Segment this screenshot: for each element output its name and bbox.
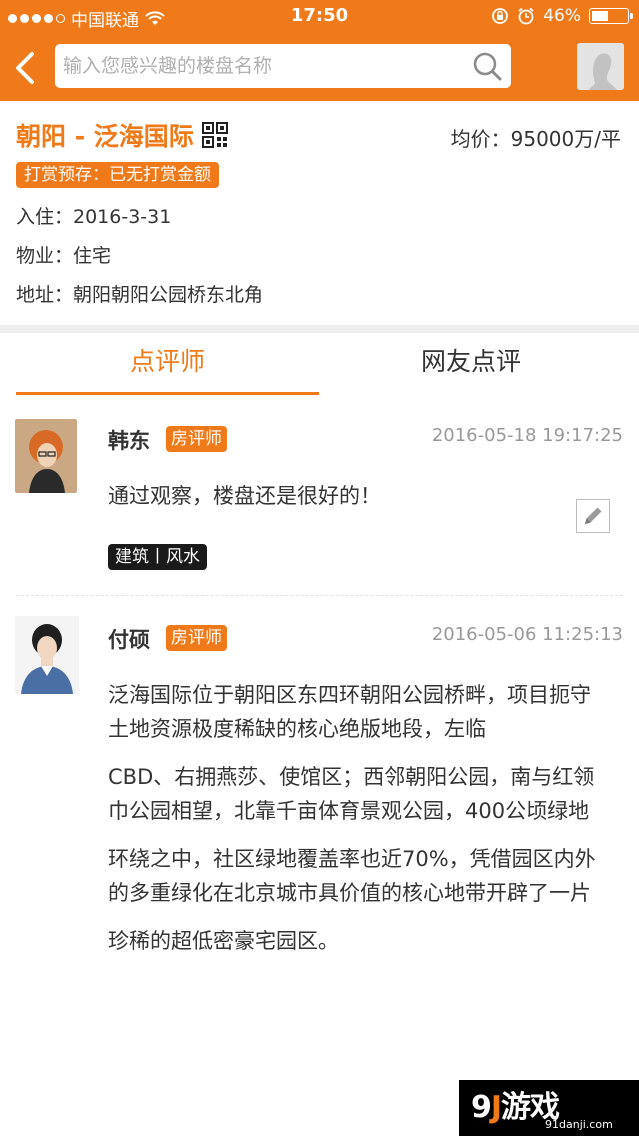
qr-code-icon[interactable] bbox=[201, 122, 228, 148]
review-item: 韩东 房评师 2016-05-18 19:17:25 通过观察，楼盘还是很好的！… bbox=[0, 395, 639, 595]
tab-reviewers[interactable]: 点评师 bbox=[16, 333, 319, 395]
review-text: 泛海国际位于朝阳区东四环朝阳公园桥畔，项目扼守土地资源极度稀缺的核心绝版地段，左… bbox=[108, 678, 608, 972]
review-paragraph: 珍稀的超低密豪宅园区。 bbox=[108, 929, 339, 953]
user-avatar-button[interactable] bbox=[577, 43, 624, 90]
reviewer-name: 付硕 bbox=[108, 628, 150, 652]
watermark-url: 91danji.com bbox=[545, 1118, 613, 1131]
review-tabs: 点评师 网友点评 bbox=[0, 333, 639, 395]
watermark-logo-part: J bbox=[490, 1090, 502, 1125]
rotation-lock-icon bbox=[492, 8, 509, 24]
section-divider bbox=[0, 325, 639, 333]
reviewer-photo-icon bbox=[15, 616, 79, 694]
reviewer-badge: 房评师 bbox=[166, 426, 227, 452]
average-price: 均价：95000万/平 bbox=[450, 127, 621, 151]
review-paragraph: 环绕之中，社区绿地覆盖率也近70%，凭借园区内外的多重绿化在北京城市具价值的核心… bbox=[108, 847, 596, 905]
reviewer-avatar[interactable] bbox=[15, 616, 79, 694]
back-button[interactable] bbox=[8, 48, 44, 88]
reviewer-badge: 房评师 bbox=[166, 625, 227, 651]
battery-level bbox=[592, 11, 608, 21]
review-tags: 建筑丨风水 bbox=[108, 544, 207, 570]
property-address: 地址：朝阳朝阳公园桥东北角 bbox=[16, 284, 264, 306]
review-time: 2016-05-18 19:17:25 bbox=[431, 425, 623, 446]
move-in-date: 入住：2016-3-31 bbox=[16, 206, 172, 228]
review-item: 付硕 房评师 2016-05-06 11:25:13 泛海国际位于朝阳区东四环朝… bbox=[0, 596, 639, 1136]
reviewer-photo-icon bbox=[15, 419, 77, 493]
tab-user-reviews[interactable]: 网友点评 bbox=[319, 333, 623, 395]
pencil-icon bbox=[585, 507, 602, 524]
search-input[interactable] bbox=[63, 44, 463, 88]
review-paragraph: 通过观察，楼盘还是很好的！ bbox=[108, 484, 381, 508]
status-bar: 中国联通 17:50 46% bbox=[0, 0, 639, 32]
search-box bbox=[55, 44, 511, 88]
review-time: 2016-05-06 11:25:13 bbox=[431, 624, 623, 645]
watermark-logo-part: 9 bbox=[471, 1090, 492, 1125]
edit-review-button[interactable] bbox=[576, 499, 610, 533]
search-icon[interactable] bbox=[471, 50, 503, 82]
battery-icon bbox=[589, 8, 633, 24]
user-silhouette-icon bbox=[577, 43, 624, 90]
alarm-icon bbox=[518, 7, 534, 25]
status-right: 46% bbox=[491, 6, 633, 26]
top-header: 中国联通 17:50 46% bbox=[0, 0, 639, 101]
battery-percent: 46% bbox=[543, 6, 581, 26]
property-title: 朝阳 - 泛海国际 bbox=[16, 122, 194, 151]
property-type: 物业：住宅 bbox=[16, 245, 112, 267]
property-info: 朝阳 - 泛海国际 均价：95000万/平 打赏预存：已无打赏金额 入住：201… bbox=[0, 101, 639, 325]
reviewer-name: 韩东 bbox=[108, 429, 150, 453]
property-title-row: 朝阳 - 泛海国际 bbox=[16, 117, 228, 153]
reward-badge: 打赏预存：已无打赏金额 bbox=[16, 162, 219, 188]
reviewer-avatar[interactable] bbox=[15, 419, 77, 493]
review-paragraph: CBD、右拥燕莎、使馆区；西邻朝阳公园，南与红领巾公园相望，北靠千亩体育景观公园… bbox=[108, 765, 595, 823]
review-paragraph: 泛海国际位于朝阳区东四环朝阳公园桥畔，项目扼守土地资源极度稀缺的核心绝版地段，左… bbox=[108, 683, 591, 741]
review-text: 通过观察，楼盘还是很好的！ bbox=[108, 479, 608, 527]
site-watermark: 9J游戏 91danji.com bbox=[459, 1080, 639, 1136]
